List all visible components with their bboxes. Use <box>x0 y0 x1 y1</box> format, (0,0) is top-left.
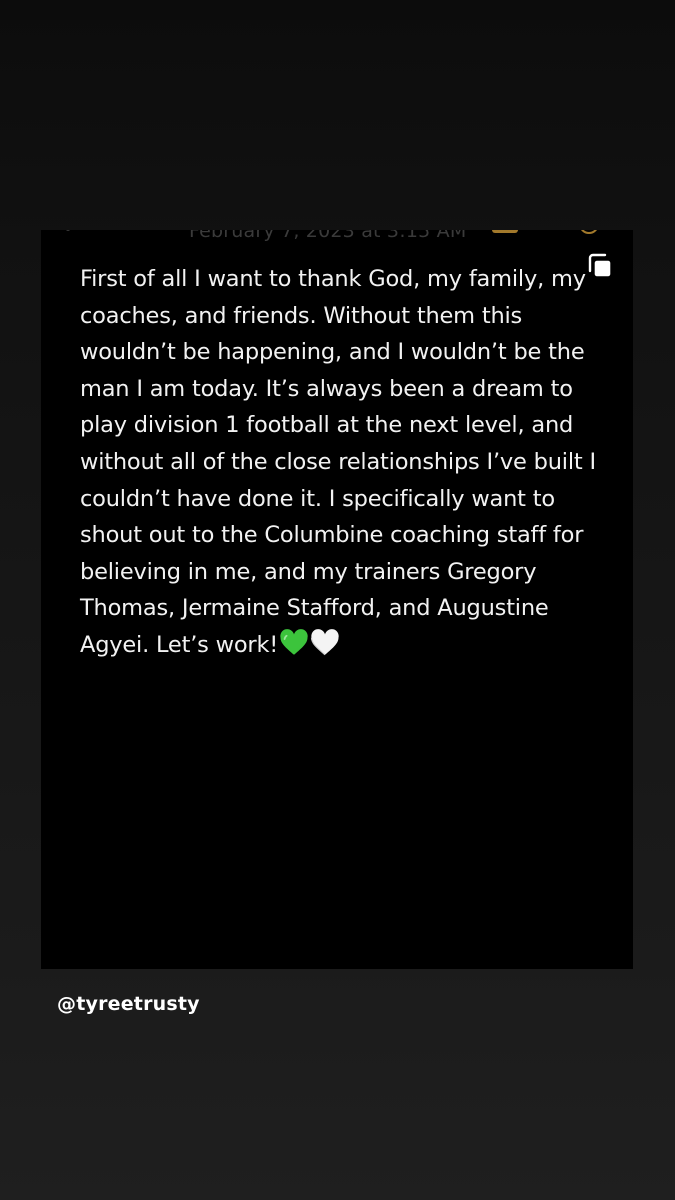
note-date: February 7, 2023 at 3:15 AM <box>189 230 467 242</box>
share-icon <box>492 230 518 233</box>
note-body-text: First of all I want to thank God, my fam… <box>80 266 596 658</box>
white-heart-icon <box>310 629 340 668</box>
note-header: February 7, 2023 at 3:15 AM <box>41 230 633 246</box>
note-body: First of all I want to thank God, my fam… <box>80 261 600 668</box>
green-heart-icon <box>279 629 309 668</box>
note-screenshot: February 7, 2023 at 3:15 AM First of all… <box>41 230 633 969</box>
mention-sticker[interactable]: @tyreetrusty <box>57 993 200 1015</box>
status-dot <box>66 230 70 231</box>
more-icon <box>579 230 599 234</box>
